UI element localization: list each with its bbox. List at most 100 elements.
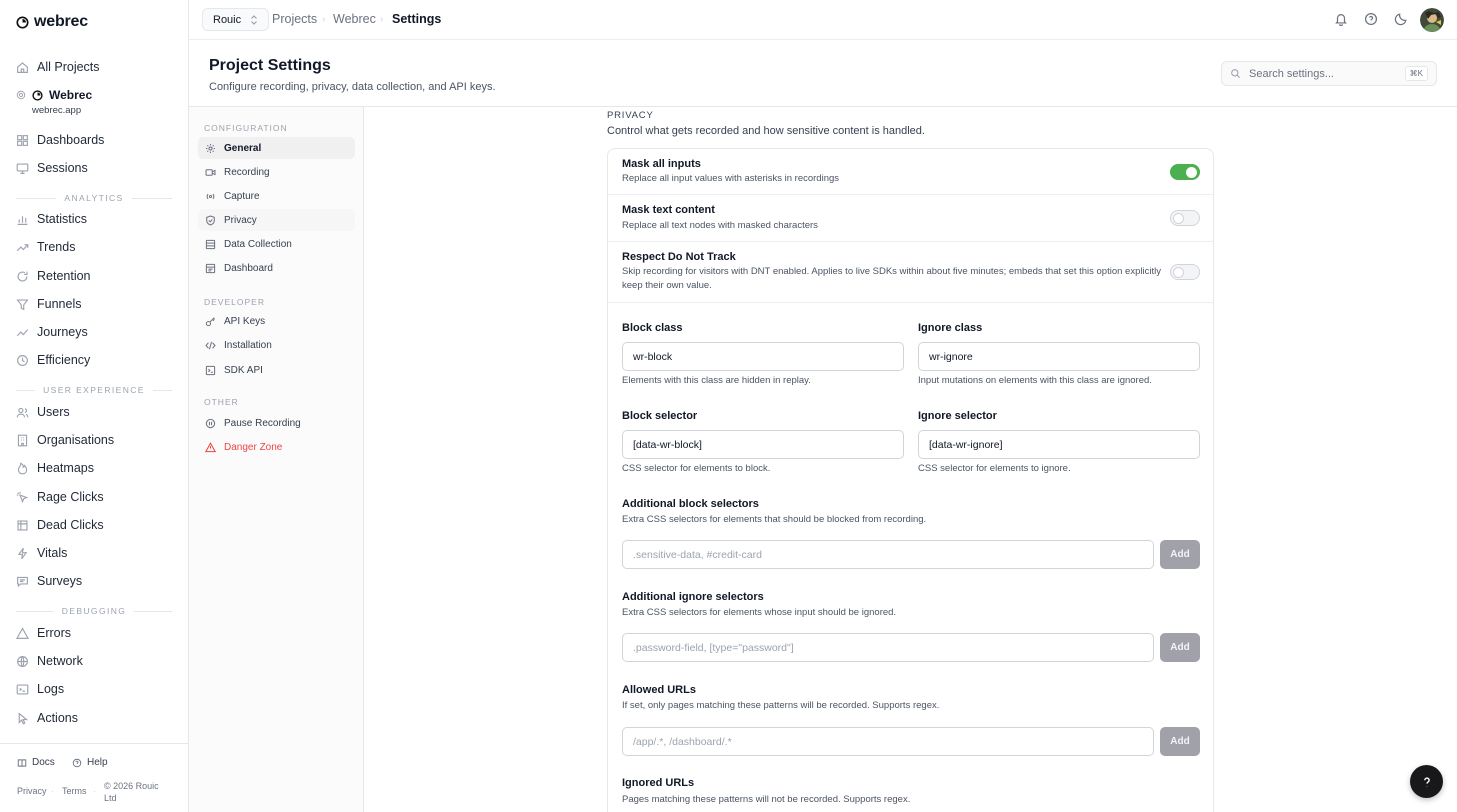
app-name: webrec (34, 13, 88, 30)
sidebar-section-debugging: DEBUGGING (16, 606, 172, 616)
topbar: Rouic Projects › Webrec › Settings (189, 0, 1457, 40)
help-bubble-icon (1423, 776, 1430, 786)
additional-block-input[interactable] (622, 540, 1154, 569)
sidebar-item-dead-clicks[interactable]: Dead Clicks (16, 514, 176, 536)
sidebar-item-label: Trends (37, 240, 76, 254)
block-class-label: Block class (622, 322, 683, 334)
block-selector-input[interactable] (622, 430, 904, 459)
page-subtitle: Configure recording, privacy, data colle… (209, 81, 496, 93)
chevron-up-down-icon (251, 14, 258, 25)
bell-icon[interactable] (1334, 12, 1350, 28)
moon-icon[interactable] (1394, 12, 1410, 28)
sidebar-item-heatmaps[interactable]: Heatmaps (16, 457, 176, 479)
settings-group-other: OTHER (204, 397, 239, 407)
book-icon (17, 758, 27, 767)
sidebar-item-trends[interactable]: Trends (16, 236, 176, 258)
help-link[interactable]: Help (72, 757, 108, 768)
app-logo[interactable]: webrec (16, 13, 88, 31)
org-selector[interactable]: Rouic (202, 8, 270, 31)
terminal-icon (16, 683, 29, 696)
sidebar-item-label: Journeys (37, 325, 88, 339)
settings-nav-privacy[interactable]: Privacy (198, 209, 355, 231)
settings-nav-installation[interactable]: Installation (198, 334, 355, 356)
sidebar-item-dashboards[interactable]: Dashboards (16, 129, 176, 151)
sidebar-item-statistics[interactable]: Statistics (16, 208, 176, 230)
additional-block-description: Extra CSS selectors for elements that sh… (622, 514, 927, 525)
sidebar-footer: Docs Help Privacy · Terms · © 2026 Rouic… (0, 743, 188, 812)
current-project[interactable]: Webrec webrec.app (16, 87, 176, 116)
settings-nav-recording[interactable]: Recording (198, 161, 355, 183)
sidebar-item-retention[interactable]: Retention (16, 265, 176, 287)
breadcrumb-project[interactable]: Webrec (333, 12, 376, 26)
settings-content[interactable]: PRIVACY Control what gets recorded and h… (365, 107, 1457, 812)
settings-nav-dashboard[interactable]: Dashboard (198, 257, 355, 279)
sidebar-item-vitals[interactable]: Vitals (16, 542, 176, 564)
sidebar-section-user-experience: USER EXPERIENCE (16, 385, 172, 395)
help-circle-icon[interactable] (1364, 12, 1380, 28)
additional-ignore-label: Additional ignore selectors (622, 591, 764, 603)
sidebar-item-funnels[interactable]: Funnels (16, 293, 176, 315)
sidebar-item-errors[interactable]: Errors (16, 622, 176, 644)
ignored-urls-label: Ignored URLs (622, 777, 695, 789)
sidebar-item-rage-clicks[interactable]: Rage Clicks (16, 486, 176, 508)
sidebar-item-logs[interactable]: Logs (16, 678, 176, 700)
docs-link[interactable]: Docs (17, 757, 55, 768)
gear-icon (16, 90, 26, 100)
settings-nav-capture[interactable]: Capture (198, 185, 355, 207)
additional-ignore-add-button[interactable]: Add (1160, 633, 1200, 662)
sidebar-item-label: Heatmaps (37, 461, 94, 475)
sidebar-item-surveys[interactable]: Surveys (16, 570, 176, 592)
database-icon (205, 239, 216, 249)
sidebar-item-sessions[interactable]: Sessions (16, 157, 176, 179)
privacy-link[interactable]: Privacy (17, 786, 47, 796)
settings-group-configuration: CONFIGURATION (204, 123, 288, 133)
ignore-selector-input[interactable] (918, 430, 1200, 459)
mask-text-toggle[interactable] (1170, 210, 1200, 226)
globe-icon (16, 655, 29, 668)
building-icon (16, 434, 29, 447)
dnt-toggle[interactable] (1170, 264, 1200, 280)
additional-block-add-button[interactable]: Add (1160, 540, 1200, 569)
sidebar-item-users[interactable]: Users (16, 401, 176, 423)
search-input[interactable] (1249, 67, 1397, 80)
allowed-urls-add-button[interactable]: Add (1160, 727, 1200, 756)
sidebar-item-all-projects[interactable]: All Projects (16, 56, 176, 78)
terms-link[interactable]: Terms (62, 786, 87, 796)
allowed-urls-input[interactable] (622, 727, 1154, 756)
settings-nav-general[interactable]: General (198, 137, 355, 159)
sidebar-item-efficiency[interactable]: Efficiency (16, 349, 176, 371)
footer-separator: · (93, 786, 96, 796)
settings-nav-pause-recording[interactable]: Pause Recording (198, 412, 355, 434)
block-class-input[interactable] (622, 342, 904, 371)
sidebar-item-label: Efficiency (37, 353, 91, 367)
dead-click-icon (16, 519, 29, 532)
allowed-urls-label: Allowed URLs (622, 684, 696, 696)
project-domain: webrec.app (32, 105, 82, 116)
ignore-class-input[interactable] (918, 342, 1200, 371)
gear-icon (206, 143, 215, 153)
toggle-knob (1186, 166, 1197, 178)
additional-ignore-input[interactable] (622, 633, 1154, 662)
additional-block-label: Additional block selectors (622, 498, 759, 510)
rage-click-icon (16, 491, 29, 504)
settings-nav-api-keys[interactable]: API Keys (198, 310, 355, 332)
user-avatar[interactable] (1420, 8, 1444, 32)
sidebar-item-organisations[interactable]: Organisations (16, 429, 176, 451)
breadcrumb-projects[interactable]: Projects (272, 12, 317, 26)
mask-inputs-toggle[interactable] (1170, 164, 1200, 180)
ignore-class-help: Input mutations on elements with this cl… (918, 375, 1152, 386)
additional-ignore-description: Extra CSS selectors for elements whose i… (622, 607, 897, 618)
sidebar-item-journeys[interactable]: Journeys (16, 321, 176, 343)
toggle-knob (1173, 266, 1184, 278)
pause-icon (205, 418, 216, 428)
settings-nav-data-collection[interactable]: Data Collection (198, 233, 355, 255)
page-title: Project Settings (209, 57, 331, 74)
sidebar-item-actions[interactable]: Actions (16, 707, 176, 729)
settings-nav-danger-zone[interactable]: Danger Zone (198, 436, 355, 458)
sidebar-item-network[interactable]: Network (16, 650, 176, 672)
settings-search[interactable]: ⌘K (1221, 61, 1437, 86)
ignore-class-label: Ignore class (918, 322, 983, 334)
settings-nav-sdk-api[interactable]: SDK API (198, 359, 355, 381)
support-chat-button[interactable] (1410, 765, 1443, 798)
users-icon (16, 406, 29, 419)
